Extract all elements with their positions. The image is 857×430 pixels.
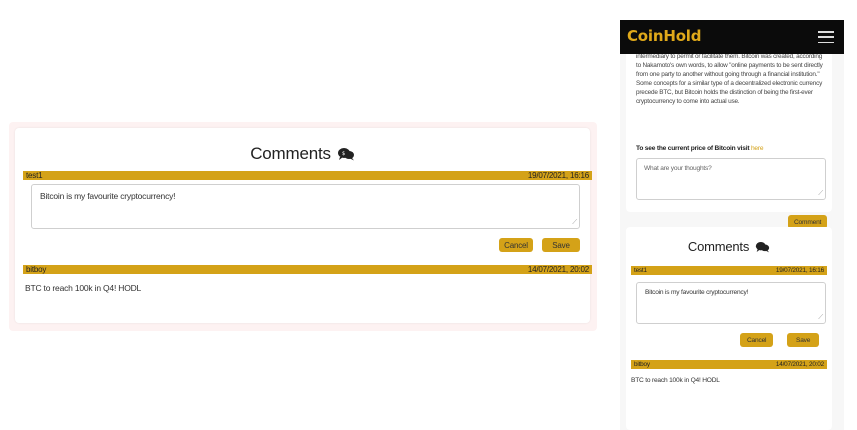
comment-header: bitboy 14/07/2021, 20:02 bbox=[631, 360, 827, 369]
comment-header: test1 19/07/2021, 16:16 bbox=[23, 171, 592, 180]
comment-date: 14/07/2021, 20:02 bbox=[775, 361, 824, 368]
desktop-comments-wrapper: Comments $ test1 19/07/2021, 16:16 Bitco… bbox=[9, 122, 597, 331]
svg-text:$: $ bbox=[342, 151, 345, 157]
comment-header: test1 19/07/2021, 16:16 bbox=[631, 266, 827, 275]
navbar: CoinHold bbox=[620, 20, 844, 54]
comments-title: Comments bbox=[250, 144, 331, 163]
comment-text: BTC to reach 100k in Q4! HODL bbox=[25, 283, 142, 293]
thoughts-textarea[interactable]: What are your thoughts? ⟋ bbox=[636, 158, 826, 200]
cancel-button[interactable]: Cancel bbox=[740, 333, 774, 347]
mobile-view: CoinHold intermediary to permit or facil… bbox=[620, 20, 844, 430]
comment-date: 14/07/2021, 20:02 bbox=[527, 265, 589, 274]
comment-user: bitboy bbox=[26, 265, 47, 274]
brand-logo[interactable]: CoinHold bbox=[627, 27, 701, 45]
comment-header: bitboy 14/07/2021, 20:02 bbox=[23, 265, 592, 274]
hamburger-icon[interactable] bbox=[818, 31, 834, 43]
comment-date: 19/07/2021, 16:16 bbox=[527, 171, 589, 180]
save-button[interactable]: Save bbox=[787, 333, 820, 347]
resize-handle-icon[interactable]: ⟋ bbox=[818, 314, 823, 322]
comment-user: test1 bbox=[634, 267, 647, 274]
article-text: intermediary to permit or facilitate the… bbox=[636, 53, 823, 105]
comments-card: Comments $ test1 19/07/2021, 16:16 Bitco… bbox=[15, 128, 592, 323]
price-prompt: To see the current price of Bitcoin visi… bbox=[636, 145, 764, 152]
article-card: intermediary to permit or facilitate the… bbox=[626, 44, 832, 229]
comments-icon: $ bbox=[337, 148, 354, 161]
price-prompt-text: To see the current price of Bitcoin visi… bbox=[636, 145, 750, 152]
mobile-comments-card: Comments test1 19/07/2021, 16:16 Bitcoin… bbox=[626, 227, 832, 430]
comments-heading: Comments bbox=[626, 239, 832, 254]
comments-title: Comments bbox=[687, 239, 750, 254]
comment-text: BTC to reach 100k in Q4! HODL bbox=[631, 377, 720, 384]
comment-edit-text: Bitcoin is my favourite cryptocurrency! bbox=[40, 191, 176, 201]
comments-heading: Comments $ bbox=[15, 144, 590, 164]
comment-user: test1 bbox=[26, 171, 43, 180]
comment-edit-text: Bitcoin is my favourite cryptocurrency! bbox=[645, 289, 749, 296]
comment-edit-textarea[interactable]: Bitcoin is my favourite cryptocurrency! … bbox=[636, 282, 826, 324]
comment-edit-textarea[interactable]: Bitcoin is my favourite cryptocurrency! … bbox=[31, 184, 580, 229]
resize-handle-icon[interactable]: ⟋ bbox=[818, 190, 823, 198]
thoughts-placeholder: What are your thoughts? bbox=[644, 165, 712, 172]
comments-icon bbox=[755, 241, 770, 252]
cancel-button[interactable]: Cancel bbox=[499, 238, 533, 252]
save-button[interactable]: Save bbox=[542, 238, 580, 252]
comment-date: 19/07/2021, 16:16 bbox=[775, 267, 824, 274]
resize-handle-icon[interactable]: ⟋ bbox=[572, 219, 577, 227]
comment-user: bitboy bbox=[634, 361, 650, 368]
price-link[interactable]: here bbox=[751, 145, 764, 152]
